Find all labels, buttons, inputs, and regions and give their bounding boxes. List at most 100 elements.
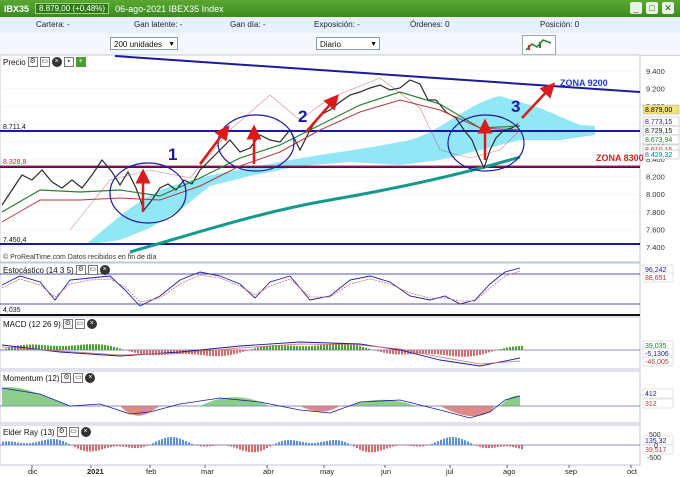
momentum-panel[interactable]	[0, 370, 641, 424]
close-icon[interactable]: ×	[99, 265, 110, 275]
indicator-tag-text: 88,651	[645, 275, 667, 282]
value-tag: 8.773,15	[642, 116, 680, 127]
elder-bar	[383, 445, 385, 450]
elder-bar	[443, 438, 445, 445]
price-ytick: 7.400	[646, 243, 665, 252]
macd-bar	[113, 346, 115, 350]
macd-bar	[425, 350, 427, 354]
macd-bar	[80, 344, 82, 350]
elder-bar	[344, 442, 346, 445]
elder-bar	[185, 441, 187, 445]
price-panel-label: Precio ⚙ ▭ × ▪ +	[3, 57, 86, 67]
level-label-7450: 7.450,4	[3, 237, 26, 244]
elder-bar	[74, 445, 76, 448]
elder-bar	[209, 445, 211, 447]
elder-bar	[365, 445, 367, 452]
macd-bar	[377, 350, 379, 352]
macd-bar	[290, 345, 292, 350]
elder-bar	[140, 445, 142, 448]
window-icon[interactable]: ▭	[87, 265, 98, 275]
elder-bar	[44, 439, 46, 445]
value-tag-text: 8.429,32	[645, 152, 672, 159]
macd-bar	[479, 350, 481, 355]
x-axis: dic 2021 feb mar abr may jun jul ago sep oct	[28, 465, 638, 476]
elder-bar	[29, 443, 31, 445]
elder-bar	[431, 443, 433, 445]
price-ytick: 7.800	[646, 208, 665, 217]
elder-bar	[497, 445, 499, 448]
macd-bar	[245, 350, 247, 351]
close-icon[interactable]: ×	[86, 319, 97, 329]
elder-bar	[89, 445, 91, 452]
close-icon[interactable]: ×	[80, 427, 91, 437]
macd-bar	[224, 350, 226, 356]
macd-bar	[431, 350, 433, 354]
elder-bar	[251, 445, 253, 453]
elder-bar	[8, 441, 10, 445]
macd-bar	[74, 345, 76, 350]
macd-bar	[383, 350, 385, 353]
indicator-tag: 88,651	[642, 272, 674, 283]
macd-bar	[446, 350, 448, 356]
elder-bar	[71, 445, 73, 446]
visibility-icon[interactable]: ▪	[63, 57, 74, 67]
elder-bar	[53, 438, 55, 445]
value-tag: 8.879,00	[642, 104, 680, 115]
wrench-icon[interactable]: ⚙	[61, 373, 72, 383]
macd-bar	[92, 344, 94, 350]
elder-bar	[413, 445, 415, 447]
stochastic-left-value: 4,035	[3, 307, 21, 314]
wrench-icon[interactable]: ⚙	[27, 57, 38, 67]
price-value-tags: 8.879,008.773,158.729,158.673,948.610,15…	[642, 104, 680, 160]
elder-bar	[47, 439, 49, 445]
macd-bar	[440, 350, 442, 355]
macd-label-text: MACD (12 26 9)	[3, 319, 61, 329]
close-icon[interactable]: ×	[51, 57, 62, 67]
window-icon[interactable]: ▭	[73, 373, 84, 383]
window-icon[interactable]: ▭	[68, 427, 79, 437]
close-icon[interactable]: ×	[85, 373, 96, 383]
macd-bar	[464, 350, 466, 357]
elder-bar	[299, 441, 301, 445]
macd-bar	[185, 350, 187, 354]
elder-bar	[14, 441, 16, 445]
elder-bar	[98, 445, 100, 451]
zona-8300-label: ZONA 8300	[596, 153, 644, 163]
macd-bar	[461, 350, 463, 357]
elder-ytick: -500	[647, 455, 661, 462]
elder-bar	[461, 438, 463, 445]
wrench-icon[interactable]: ⚙	[75, 265, 86, 275]
elder-bar	[323, 441, 325, 445]
macd-bar	[95, 344, 97, 350]
elder-bar	[452, 437, 454, 445]
add-indicator-icon[interactable]: +	[75, 57, 86, 67]
macd-bar	[476, 350, 478, 356]
elder-bar	[521, 445, 523, 450]
elder-bar	[329, 440, 331, 445]
elder-bar	[305, 442, 307, 445]
chart-area: 1 2 3 ZONA 9200 ZONA 8300 8.711,4 8.328,…	[0, 54, 680, 476]
elder-bar	[317, 442, 319, 445]
macd-bar	[515, 346, 517, 350]
elder-bar	[17, 442, 19, 445]
elder-bar	[326, 440, 328, 445]
window-icon[interactable]: ▭	[39, 57, 50, 67]
wrench-icon[interactable]: ⚙	[62, 319, 73, 329]
window-icon[interactable]: ▭	[74, 319, 85, 329]
elder-bar	[362, 445, 364, 451]
elder-bar	[269, 445, 271, 447]
elder-bar	[500, 445, 502, 447]
macd-bar	[134, 350, 136, 353]
macd-bar	[521, 345, 523, 350]
elder-bar	[434, 442, 436, 445]
macd-bar	[212, 350, 214, 357]
macd-bar	[26, 344, 28, 350]
elder-bar	[371, 445, 373, 453]
elder-bar	[422, 445, 424, 447]
macd-bar	[65, 345, 67, 350]
macd-bar	[365, 347, 367, 350]
macd-bar	[356, 345, 358, 350]
macd-bar	[53, 345, 55, 350]
wrench-icon[interactable]: ⚙	[56, 427, 67, 437]
macd-bar	[41, 344, 43, 350]
